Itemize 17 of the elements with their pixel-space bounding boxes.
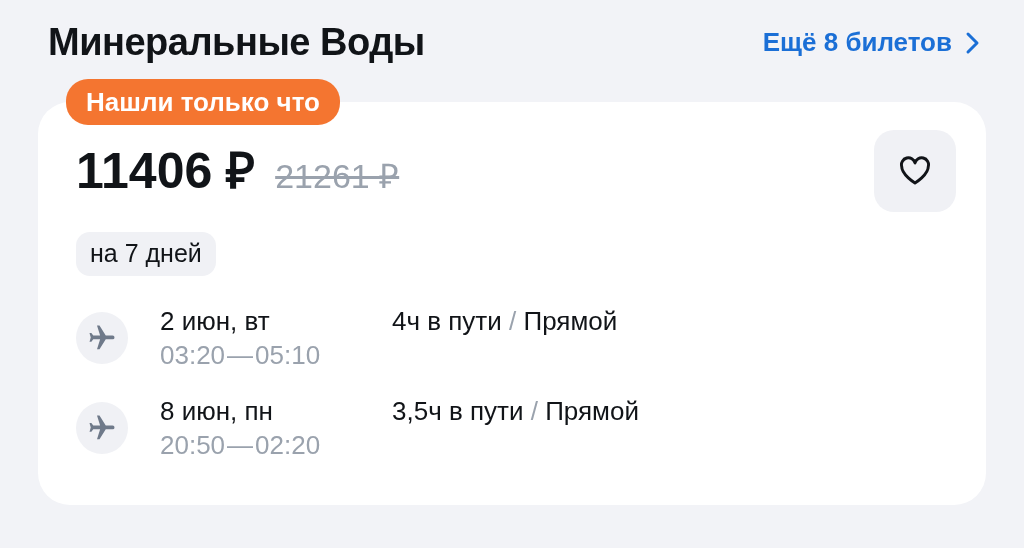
plane-icon <box>76 402 128 454</box>
flight-date: 2 июн, вт <box>160 305 271 338</box>
flight-date: 8 июн, пн <box>160 395 274 428</box>
flight-info: 4ч в пути / Прямой <box>392 305 618 338</box>
price: 11406 ₽ <box>76 146 256 196</box>
section-title: Минеральные Воды <box>48 20 425 65</box>
favorite-button[interactable] <box>874 130 956 212</box>
chevron-right-icon <box>964 30 980 55</box>
flight-times: 03:20—05:10 <box>160 339 322 372</box>
heart-icon <box>899 156 931 186</box>
old-price: 21261 ₽ <box>275 159 400 193</box>
duration-tag: на 7 дней <box>76 232 216 276</box>
plane-icon <box>76 312 128 364</box>
flight-times: 20:50—02:20 <box>160 429 322 462</box>
badge: Нашли только что <box>66 79 340 125</box>
more-tickets-link[interactable]: Ещё 8 билетов <box>762 23 980 62</box>
flight-info: 3,5ч в пути / Прямой <box>392 395 639 428</box>
